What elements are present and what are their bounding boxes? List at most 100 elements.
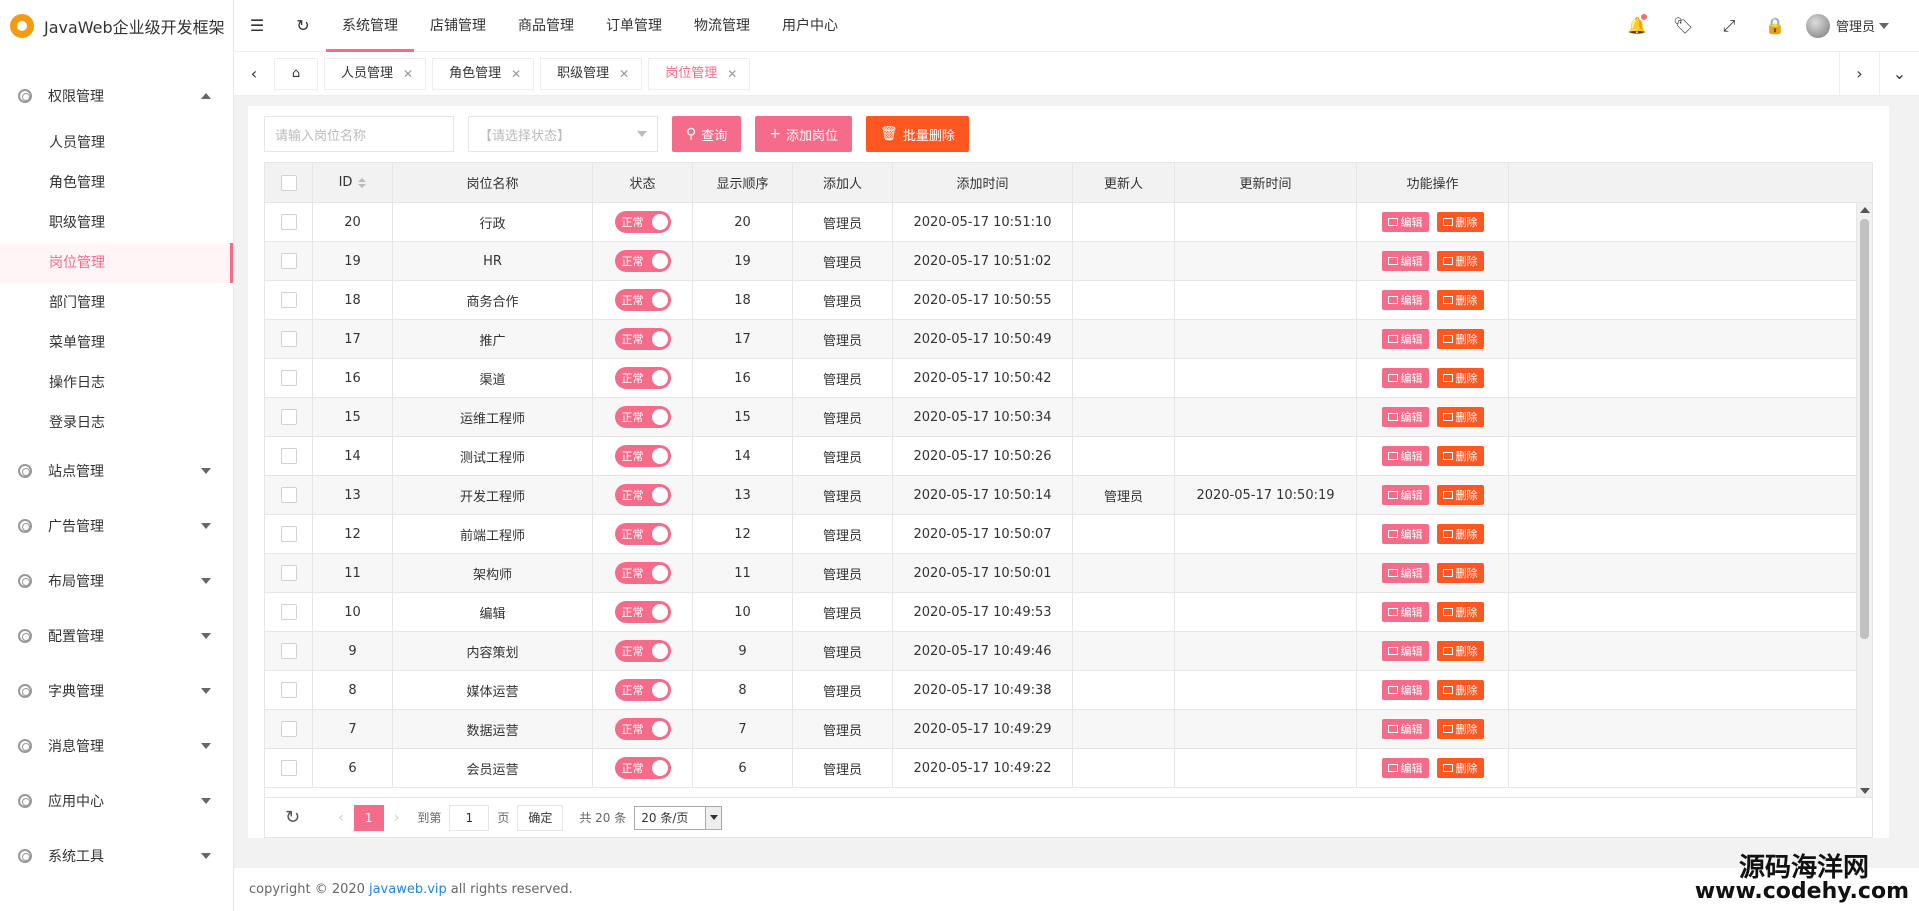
edit-button[interactable]: 编辑 bbox=[1381, 212, 1429, 232]
page-tab[interactable]: 人员管理 ✕ bbox=[324, 57, 427, 90]
row-checkbox[interactable] bbox=[280, 682, 297, 698]
sidebar-item[interactable]: 登录日志 bbox=[0, 403, 233, 443]
refresh-table-icon[interactable]: ↻ bbox=[285, 807, 300, 828]
row-checkbox[interactable] bbox=[280, 409, 297, 425]
delete-button[interactable]: 删除 bbox=[1436, 524, 1484, 544]
close-icon[interactable]: ✕ bbox=[727, 59, 737, 89]
page-tab[interactable]: 岗位管理 ✕ bbox=[648, 57, 751, 90]
status-toggle[interactable]: 正常 bbox=[614, 289, 671, 311]
delete-button[interactable]: 删除 bbox=[1436, 368, 1484, 388]
status-toggle[interactable]: 正常 bbox=[614, 640, 671, 662]
row-checkbox[interactable] bbox=[280, 214, 297, 230]
current-page[interactable]: 1 bbox=[353, 804, 384, 831]
edit-button[interactable]: 编辑 bbox=[1381, 602, 1429, 622]
edit-button[interactable]: 编辑 bbox=[1381, 251, 1429, 271]
sidebar-group[interactable]: 应用中心 bbox=[0, 773, 233, 828]
delete-button[interactable]: 删除 bbox=[1436, 680, 1484, 700]
tabs-dropdown-icon[interactable]: ⌄ bbox=[1879, 51, 1919, 96]
sidebar-group[interactable]: 系统工具 bbox=[0, 828, 233, 883]
delete-button[interactable]: 删除 bbox=[1436, 212, 1484, 232]
status-toggle[interactable]: 正常 bbox=[614, 679, 671, 701]
status-toggle[interactable]: 正常 bbox=[614, 445, 671, 467]
edit-button[interactable]: 编辑 bbox=[1381, 485, 1429, 505]
status-toggle[interactable]: 正常 bbox=[614, 211, 671, 233]
menu-toggle-icon[interactable]: ☰ bbox=[234, 0, 280, 52]
delete-button[interactable]: 删除 bbox=[1436, 329, 1484, 349]
page-tab[interactable]: 职级管理 ✕ bbox=[540, 57, 643, 90]
query-button[interactable]: ⚲ 查询 bbox=[672, 116, 742, 152]
edit-button[interactable]: 编辑 bbox=[1381, 407, 1429, 427]
status-toggle[interactable]: 正常 bbox=[614, 523, 671, 545]
refresh-icon[interactable]: ↻ bbox=[280, 0, 326, 52]
sidebar-group[interactable]: 配置管理 bbox=[0, 608, 233, 663]
sidebar-group[interactable]: 字典管理 bbox=[0, 663, 233, 718]
status-toggle[interactable]: 正常 bbox=[614, 406, 671, 428]
row-checkbox[interactable] bbox=[280, 526, 297, 542]
goto-page-input[interactable]: 1 bbox=[449, 804, 490, 831]
top-nav-item[interactable]: 商品管理 bbox=[502, 0, 590, 52]
status-toggle[interactable]: 正常 bbox=[614, 367, 671, 389]
top-nav-item[interactable]: 系统管理 bbox=[326, 0, 414, 52]
user-menu[interactable]: 管理员 bbox=[1798, 13, 1919, 38]
status-select[interactable]: 【请选择状态】 bbox=[468, 116, 658, 152]
edit-button[interactable]: 编辑 bbox=[1381, 680, 1429, 700]
sidebar-group[interactable]: 权限管理 bbox=[0, 68, 233, 123]
row-checkbox[interactable] bbox=[280, 643, 297, 659]
sidebar-item[interactable]: 部门管理 bbox=[0, 283, 233, 323]
sidebar-group[interactable]: 站点管理 bbox=[0, 443, 233, 498]
status-toggle[interactable]: 正常 bbox=[614, 601, 671, 623]
scroll-thumb[interactable] bbox=[1860, 219, 1869, 639]
edit-button[interactable]: 编辑 bbox=[1381, 641, 1429, 661]
top-nav-item[interactable]: 物流管理 bbox=[678, 0, 766, 52]
edit-button[interactable]: 编辑 bbox=[1381, 290, 1429, 310]
sidebar-item[interactable]: 菜单管理 bbox=[0, 323, 233, 363]
prev-page-icon[interactable]: ‹ bbox=[338, 810, 344, 826]
status-toggle[interactable]: 正常 bbox=[614, 718, 671, 740]
sidebar-group[interactable]: 布局管理 bbox=[0, 553, 233, 608]
fullscreen-icon[interactable]: ⤢ bbox=[1706, 0, 1752, 52]
sidebar-item[interactable]: 岗位管理 bbox=[0, 243, 233, 283]
sidebar-item[interactable]: 人员管理 bbox=[0, 123, 233, 163]
edit-button[interactable]: 编辑 bbox=[1381, 524, 1429, 544]
edit-button[interactable]: 编辑 bbox=[1381, 563, 1429, 583]
delete-button[interactable]: 删除 bbox=[1436, 485, 1484, 505]
tag-icon[interactable]: 🏷 bbox=[1660, 0, 1706, 52]
footer-link[interactable]: javaweb.vip bbox=[369, 882, 447, 897]
edit-button[interactable]: 编辑 bbox=[1381, 446, 1429, 466]
row-checkbox[interactable] bbox=[280, 331, 297, 347]
row-checkbox[interactable] bbox=[280, 487, 297, 503]
row-checkbox[interactable] bbox=[280, 292, 297, 308]
status-toggle[interactable]: 正常 bbox=[614, 250, 671, 272]
sidebar-group[interactable]: 消息管理 bbox=[0, 718, 233, 773]
tabs-right-arrow-icon[interactable]: › bbox=[1839, 51, 1879, 96]
edit-button[interactable]: 编辑 bbox=[1381, 368, 1429, 388]
close-icon[interactable]: ✕ bbox=[511, 59, 521, 89]
delete-button[interactable]: 删除 bbox=[1436, 290, 1484, 310]
batch-delete-button[interactable]: 🗑 批量删除 bbox=[866, 116, 969, 152]
row-checkbox[interactable] bbox=[280, 370, 297, 386]
position-name-input[interactable]: 请输入岗位名称 bbox=[264, 116, 454, 152]
goto-confirm-button[interactable]: 确定 bbox=[517, 804, 564, 831]
lock-icon[interactable]: 🔒 bbox=[1752, 0, 1798, 52]
status-toggle[interactable]: 正常 bbox=[614, 484, 671, 506]
add-position-button[interactable]: + 添加岗位 bbox=[755, 116, 853, 152]
sidebar-item[interactable]: 操作日志 bbox=[0, 363, 233, 403]
row-checkbox[interactable] bbox=[280, 721, 297, 737]
delete-button[interactable]: 删除 bbox=[1436, 446, 1484, 466]
home-tab[interactable]: ⌂ bbox=[274, 57, 318, 90]
scroll-up-icon[interactable] bbox=[1860, 207, 1870, 213]
delete-button[interactable]: 删除 bbox=[1436, 251, 1484, 271]
sort-icon[interactable] bbox=[358, 177, 367, 188]
status-toggle[interactable]: 正常 bbox=[614, 757, 671, 779]
delete-button[interactable]: 删除 bbox=[1436, 719, 1484, 739]
row-checkbox[interactable] bbox=[280, 760, 297, 776]
tabs-left-arrow-icon[interactable]: ‹ bbox=[234, 52, 274, 96]
bell-icon[interactable]: 🔔 bbox=[1614, 0, 1660, 52]
edit-button[interactable]: 编辑 bbox=[1381, 719, 1429, 739]
edit-button[interactable]: 编辑 bbox=[1381, 329, 1429, 349]
top-nav-item[interactable]: 用户中心 bbox=[766, 0, 854, 52]
row-checkbox[interactable] bbox=[280, 253, 297, 269]
delete-button[interactable]: 删除 bbox=[1436, 563, 1484, 583]
delete-button[interactable]: 删除 bbox=[1436, 641, 1484, 661]
top-nav-item[interactable]: 订单管理 bbox=[590, 0, 678, 52]
